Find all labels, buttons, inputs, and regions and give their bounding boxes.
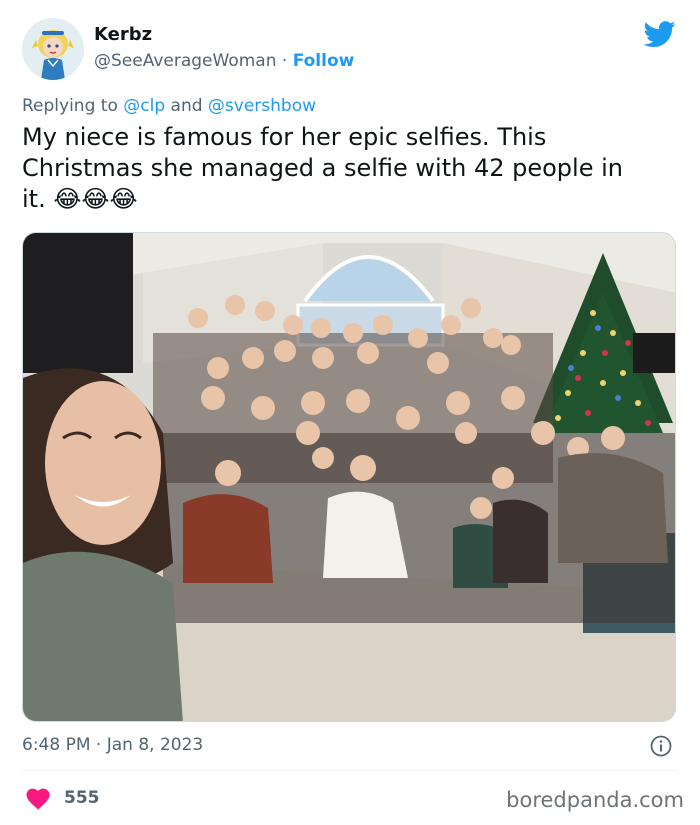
cartoon-girl-avatar-icon — [22, 18, 84, 80]
tweet-line-1: My niece is famous for her epic selfies.… — [22, 123, 547, 151]
twitter-bird-icon[interactable] — [643, 18, 676, 50]
tweet-photo[interactable] — [22, 232, 676, 722]
heart-icon[interactable] — [26, 788, 50, 810]
family-selfie-photo — [23, 233, 675, 721]
tweet-line-3-text: it. — [22, 185, 46, 213]
author-name[interactable]: Kerbz — [94, 24, 152, 45]
replying-prefix: Replying to — [22, 96, 118, 116]
replying-conjunction: and — [170, 96, 203, 116]
divider — [22, 770, 678, 771]
tweet-time: 6:48 PM — [22, 735, 91, 755]
watermark: boredpanda.com — [506, 788, 684, 812]
replying-to-line: Replying to @clp and @svershbow — [22, 96, 316, 116]
info-icon[interactable] — [650, 735, 672, 757]
author-handle-row: @SeeAverageWoman · Follow — [94, 51, 354, 71]
mention-svershbow[interactable]: @svershbow — [208, 96, 316, 116]
avatar[interactable] — [22, 18, 84, 80]
timestamp-separator: · — [95, 735, 102, 755]
mention-clp[interactable]: @clp — [123, 96, 165, 116]
tweet-line-3: it. 😂😂😂 — [22, 184, 682, 215]
tweet-date: Jan 8, 2023 — [106, 735, 204, 755]
tweet-timestamp[interactable]: 6:48 PM · Jan 8, 2023 — [22, 735, 203, 755]
tweet-line-2: Christmas she managed a selfie with 42 p… — [22, 154, 623, 182]
like-count[interactable]: 555 — [64, 788, 100, 808]
author-handle[interactable]: @SeeAverageWoman — [94, 51, 276, 71]
tweet-text: My niece is famous for her epic selfies.… — [22, 122, 682, 215]
follow-button[interactable]: Follow — [293, 51, 355, 71]
handle-separator: · — [281, 51, 288, 71]
laughing-emoji: 😂😂😂 — [53, 185, 138, 213]
